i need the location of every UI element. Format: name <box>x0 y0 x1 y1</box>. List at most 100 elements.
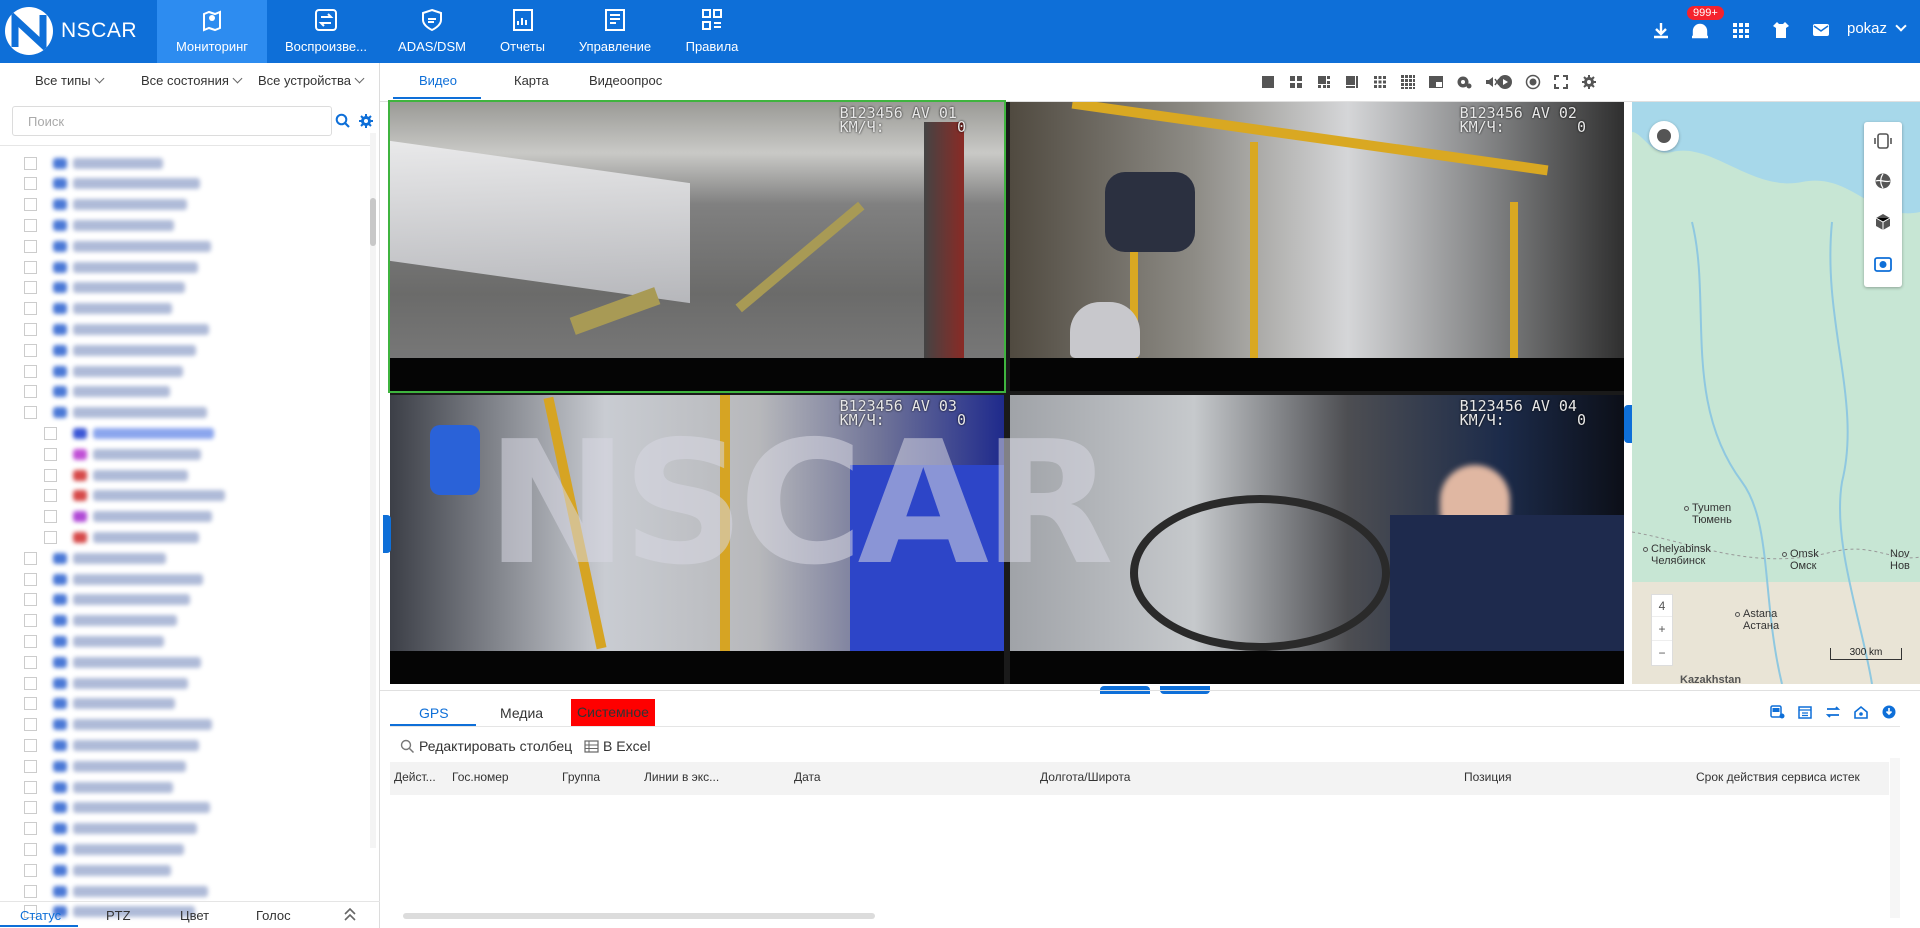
col-service-expiry[interactable]: Срок действия сервиса истек <box>1696 770 1860 784</box>
tree-checkbox[interactable] <box>24 738 37 752</box>
tree-row[interactable] <box>24 257 198 277</box>
tree-row[interactable] <box>24 777 173 797</box>
tree-row[interactable] <box>24 174 200 194</box>
grid-icon[interactable] <box>1731 20 1751 40</box>
col-group[interactable]: Группа <box>562 770 600 784</box>
tree-checkbox[interactable] <box>24 759 37 773</box>
fullscreen-icon[interactable] <box>1553 74 1569 90</box>
tab-video-poll[interactable]: Видеоопрос <box>589 73 662 88</box>
nav-management[interactable]: Управление <box>570 0 660 63</box>
tree-checkbox[interactable] <box>44 489 57 503</box>
camera-view-icon[interactable] <box>1874 255 1892 273</box>
filter-type[interactable]: Все типы <box>35 73 105 88</box>
tree-checkbox[interactable] <box>24 718 37 732</box>
tree-checkbox[interactable] <box>24 260 37 274</box>
tree-row[interactable] <box>24 715 212 735</box>
tree-checkbox[interactable] <box>44 426 57 440</box>
zoom-out-button[interactable]: − <box>1652 641 1672 665</box>
settings-icon[interactable] <box>1581 74 1597 90</box>
tree-checkbox[interactable] <box>24 822 37 836</box>
tree-row[interactable] <box>24 631 164 651</box>
tree-row[interactable] <box>24 735 199 755</box>
tree-row[interactable] <box>44 507 212 527</box>
nav-rules[interactable]: Правила <box>676 0 748 63</box>
tree-checkbox[interactable] <box>24 239 37 253</box>
tree-checkbox[interactable] <box>44 530 57 544</box>
tab-voice[interactable]: Голос <box>256 908 291 923</box>
tree-row[interactable] <box>24 278 185 298</box>
tab-gps[interactable]: GPS <box>419 705 449 721</box>
nav-adas-dsm[interactable]: ADAS/DSM <box>392 0 472 63</box>
tree-row[interactable] <box>24 548 166 568</box>
record-icon[interactable] <box>1525 74 1541 90</box>
tree-checkbox[interactable] <box>24 551 37 565</box>
tree-checkbox[interactable] <box>24 364 37 378</box>
alarm-icon[interactable] <box>1690 20 1710 40</box>
capture-settings-icon[interactable] <box>1456 74 1472 90</box>
nav-reports[interactable]: Отчеты <box>490 0 555 63</box>
collapse-right-handle[interactable] <box>1624 405 1632 443</box>
tree-checkbox[interactable] <box>24 177 37 191</box>
collapse-up-icon[interactable] <box>343 906 357 922</box>
tree-row[interactable] <box>24 611 177 631</box>
tree-row[interactable] <box>24 756 186 776</box>
tree-checkbox[interactable] <box>24 676 37 690</box>
filter-device[interactable]: Все устройства <box>258 73 365 88</box>
tree-checkbox[interactable] <box>44 468 57 482</box>
tree-checkbox[interactable] <box>24 322 37 336</box>
tree-checkbox[interactable] <box>44 447 57 461</box>
collapse-left-handle[interactable] <box>383 515 391 553</box>
tree-checkbox[interactable] <box>24 842 37 856</box>
tree-row[interactable] <box>24 382 170 402</box>
tree-row[interactable] <box>24 819 197 839</box>
tab-ptz[interactable]: PTZ <box>106 908 131 923</box>
tree-checkbox[interactable] <box>24 218 37 232</box>
tree-checkbox[interactable] <box>24 884 37 898</box>
gear-icon[interactable] <box>358 113 374 129</box>
play-icon[interactable] <box>1497 74 1513 90</box>
tree-checkbox[interactable] <box>24 406 37 420</box>
transfer-icon[interactable] <box>1825 704 1841 720</box>
download-icon[interactable] <box>1651 20 1671 40</box>
video-cell-1[interactable]: B123456 AV 01 КМ/Ч: 0 🔇📷 <box>388 100 1006 393</box>
tab-status[interactable]: Статус <box>20 908 61 923</box>
tree-row[interactable] <box>24 673 188 693</box>
bus-icon[interactable] <box>1769 704 1785 720</box>
picture-icon[interactable] <box>1428 74 1444 90</box>
tree-row[interactable] <box>24 694 175 714</box>
tree-checkbox[interactable] <box>24 801 37 815</box>
tree-row[interactable] <box>44 486 225 506</box>
col-plate[interactable]: Гос.номер <box>452 770 509 784</box>
home-icon[interactable] <box>1853 704 1869 720</box>
tab-map[interactable]: Карта <box>514 73 549 88</box>
search-input[interactable] <box>12 106 332 136</box>
tree-row[interactable] <box>24 881 208 901</box>
tree-row[interactable] <box>24 839 184 859</box>
col-date[interactable]: Дата <box>794 770 821 784</box>
user-menu[interactable]: pokaz <box>1847 20 1907 37</box>
tree-row[interactable] <box>24 236 211 256</box>
tab-media[interactable]: Медиа <box>500 705 543 721</box>
col-lonlat[interactable]: Долгота/Широта <box>1040 770 1130 784</box>
tree-row[interactable] <box>24 590 190 610</box>
tree-row[interactable] <box>24 299 172 319</box>
edit-columns-button[interactable]: Редактировать столбец <box>400 738 572 754</box>
tree-row[interactable] <box>24 361 183 381</box>
map-chat-icon[interactable] <box>1649 121 1679 151</box>
table-vscroll[interactable] <box>1890 758 1900 918</box>
shirt-icon[interactable] <box>1771 20 1791 40</box>
tree-row[interactable] <box>24 798 210 818</box>
tree-row[interactable] <box>24 215 174 235</box>
col-lines[interactable]: Линии в экс... <box>644 770 719 784</box>
tree-row[interactable] <box>24 403 207 423</box>
tree-checkbox[interactable] <box>24 572 37 586</box>
tree-row[interactable] <box>44 465 188 485</box>
tree-checkbox[interactable] <box>24 655 37 669</box>
tree-row[interactable] <box>24 153 163 173</box>
tree-checkbox[interactable] <box>24 343 37 357</box>
tree-scroll-thumb[interactable] <box>370 198 376 246</box>
tab-system[interactable]: Системное <box>571 699 655 726</box>
tree-row[interactable] <box>24 652 201 672</box>
layout-6-icon[interactable] <box>1316 74 1332 90</box>
tree-row[interactable] <box>24 319 209 339</box>
